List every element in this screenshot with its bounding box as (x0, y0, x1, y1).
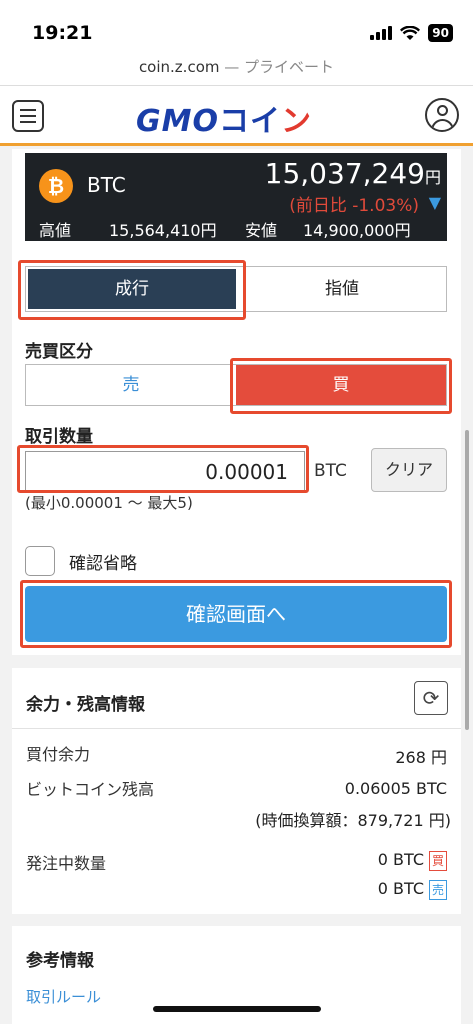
user-account-icon[interactable] (425, 98, 459, 132)
ticker-pair: BTC (87, 173, 126, 197)
btc-ticker: ₿ BTC 15,037,249円 (前日比 -1.03%) ▼ 高値 15,5… (25, 153, 447, 241)
sell-tag: 売 (428, 879, 447, 900)
battery-icon: 90 (428, 24, 453, 42)
buying-power-value: 268 円 (395, 748, 447, 767)
low-label: 安値 (245, 221, 278, 240)
status-time: 19:21 (32, 22, 93, 44)
down-arrow-icon: ▼ (428, 193, 441, 212)
reference-title: 参考情報 (26, 951, 94, 971)
ticker-change: (前日比 -1.03%) (289, 196, 419, 216)
gmo-coin-logo[interactable]: GMOコイン (136, 96, 312, 140)
hamburger-menu-icon[interactable] (12, 100, 44, 132)
highlight-buy (230, 358, 452, 414)
clear-button[interactable]: クリア (371, 448, 447, 492)
high-low-row: 高値 15,564,410円 安値 14,900,000円 (39, 217, 439, 241)
quantity-range: (最小0.00001 〜 最大5) (25, 494, 193, 512)
balance-card: 余力・残高情報 ⟳ 買付余力 268 円 ビットコイン残高 0.06005 BT… (12, 668, 461, 914)
ticker-price: 15,037,249円 (264, 157, 441, 190)
pending-buy-value: 0 BTC (377, 850, 424, 869)
btc-valuation: (時価換算額：879,721 円) (255, 811, 451, 830)
side-label: 売買区分 (25, 342, 93, 362)
high-value: 15,564,410円 (109, 221, 217, 240)
private-mode-label: — プライベート (224, 58, 335, 76)
buying-power-label: 買付余力 (26, 745, 91, 764)
divider (12, 728, 461, 729)
signal-icon (370, 26, 393, 40)
tab-limit-order[interactable]: 指値 (238, 267, 446, 311)
status-icons: 90 (370, 24, 453, 42)
low-value: 14,900,000円 (303, 221, 411, 240)
trading-rules-link[interactable]: 取引ルール (26, 986, 101, 1007)
wifi-icon (400, 25, 421, 40)
skip-confirm-label: 確認省略 (69, 553, 137, 574)
url-domain: coin.z.com (138, 58, 220, 76)
quantity-label: 取引数量 (25, 427, 93, 447)
scrollbar[interactable] (465, 430, 469, 730)
balance-title: 余力・残高情報 (26, 695, 145, 715)
refresh-icon[interactable]: ⟳ (414, 681, 448, 715)
highlight-quantity (17, 445, 309, 493)
highlight-market-order (18, 260, 246, 320)
high-label: 高値 (39, 221, 72, 240)
url-bar[interactable]: coin.z.com — プライベート (0, 56, 473, 86)
order-card: ₿ BTC 15,037,249円 (前日比 -1.03%) ▼ 高値 15,5… (12, 149, 461, 655)
pending-sell-row: 0 BTC 売 (378, 879, 447, 900)
buy-tag: 買 (428, 850, 447, 871)
skip-confirm-option[interactable]: 確認省略 (25, 546, 137, 576)
pending-sell-value: 0 BTC (377, 879, 424, 898)
app-header: GMOコイン (0, 86, 473, 146)
quantity-unit: BTC (314, 461, 347, 481)
status-bar: 19:21 90 (0, 0, 473, 56)
highlight-confirm (20, 580, 452, 648)
btc-balance-label: ビットコイン残高 (26, 780, 155, 799)
btc-balance-value: 0.06005 BTC (344, 779, 447, 798)
pending-label: 発注中数量 (26, 854, 107, 873)
home-indicator[interactable] (153, 1006, 321, 1012)
bitcoin-icon: ₿ (39, 169, 73, 203)
sell-button[interactable]: 売 (26, 365, 236, 405)
pending-buy-row: 0 BTC 買 (378, 850, 447, 871)
skip-confirm-checkbox[interactable] (25, 546, 55, 576)
